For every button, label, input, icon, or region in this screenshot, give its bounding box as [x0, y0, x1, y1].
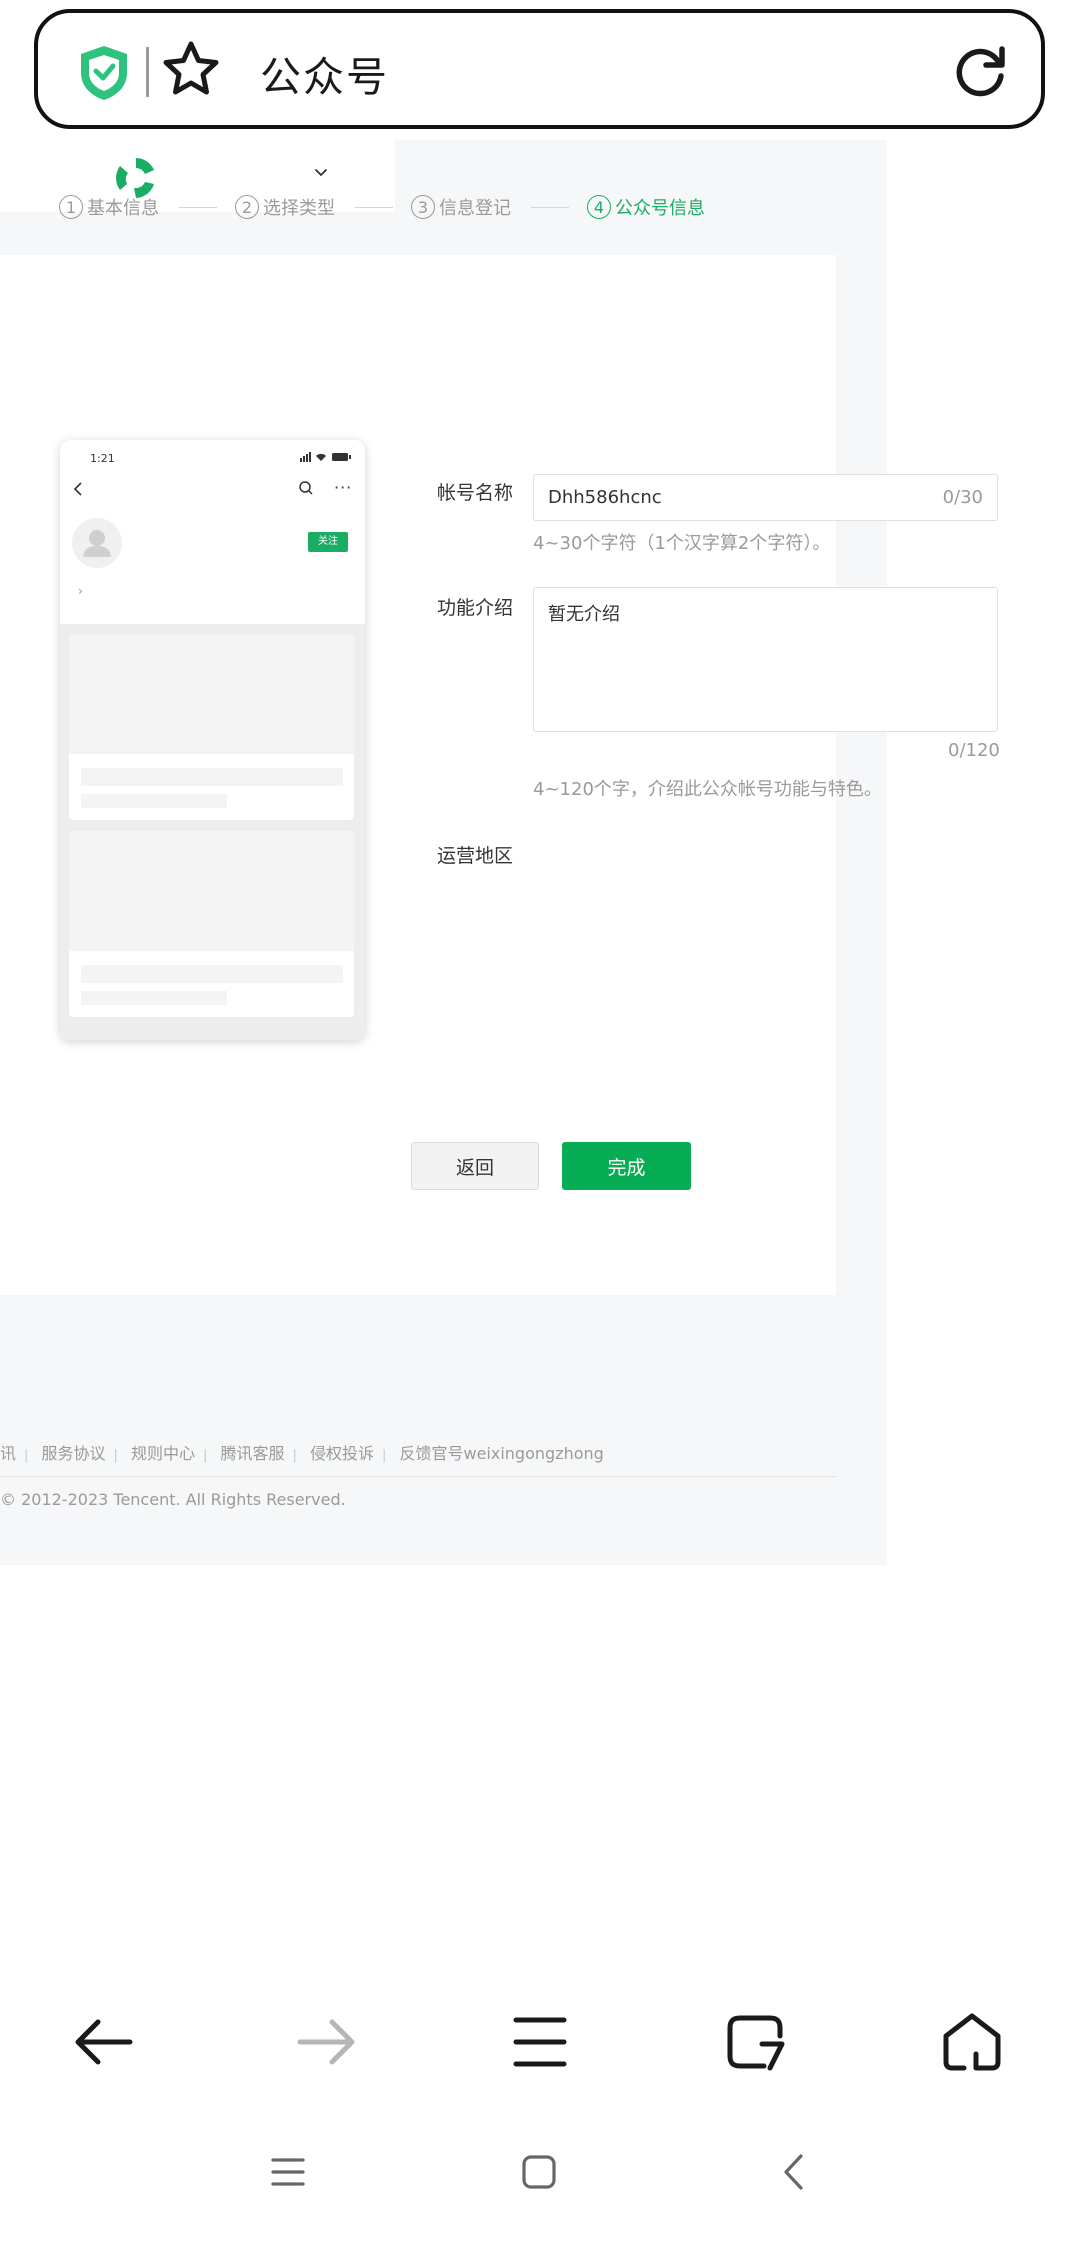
step-number: 1	[59, 195, 83, 219]
footer-separator: |	[382, 1448, 387, 1463]
phone-preview: 1:21 ··· 关注 ›	[60, 440, 365, 1040]
bookmark-star-icon[interactable]	[160, 39, 222, 99]
chevron-right-icon: ›	[78, 584, 83, 598]
footer-link[interactable]: 服务协议	[42, 1444, 106, 1463]
home-button-icon[interactable]	[519, 2152, 559, 2192]
search-icon	[299, 481, 313, 495]
reload-icon[interactable]	[952, 41, 1010, 99]
footer-separator: |	[24, 1448, 29, 1463]
step-label: 公众号信息	[615, 198, 705, 219]
phone-profile-header: 1:21 ··· 关注 ›	[60, 440, 365, 624]
article-image-placeholder	[69, 634, 354, 754]
article-title-placeholder	[81, 768, 343, 786]
step-connector	[179, 207, 217, 208]
home-icon[interactable]	[940, 2010, 1004, 2074]
footer-separator: |	[203, 1448, 208, 1463]
chevron-down-icon[interactable]	[312, 164, 330, 182]
back-arrow-icon[interactable]	[72, 2010, 136, 2074]
footer-separator: |	[292, 1448, 297, 1463]
footer-link[interactable]: 侵权投诉	[310, 1444, 374, 1463]
avatar-placeholder-icon	[83, 530, 111, 557]
step-label: 选择类型	[263, 198, 335, 219]
footer-links: 讯 | 服务协议 | 规则中心 | 腾讯客服 | 侵权投诉 | 反馈官号weixingon…	[0, 1440, 604, 1464]
footer-link[interactable]: 讯	[0, 1444, 16, 1463]
footer-link[interactable]: 规则中心	[131, 1444, 195, 1463]
step-label: 信息登记	[439, 198, 511, 219]
recent-apps-icon[interactable]	[268, 2152, 308, 2192]
intro-hint: 4~120个字，介绍此公众帐号功能与特色。	[533, 779, 882, 800]
footer-separator: |	[113, 1448, 118, 1463]
intro-label: 功能介绍	[437, 597, 514, 619]
article-placeholder-card	[69, 634, 354, 820]
tabs-icon[interactable]	[724, 2010, 788, 2074]
address-divider	[146, 47, 149, 97]
step-connector	[355, 207, 393, 208]
article-subtitle-placeholder	[81, 991, 227, 1005]
intro-counter: 0/120	[948, 740, 1000, 761]
article-subtitle-placeholder	[81, 794, 227, 808]
account-name-value: Dhh586hcnc	[548, 487, 662, 508]
menu-icon[interactable]	[508, 2010, 572, 2074]
article-title-placeholder	[81, 965, 343, 983]
footer-link[interactable]: 反馈官号weixingongzhong	[400, 1444, 604, 1463]
copyright-text: © 2012-2023 Tencent. All Rights Reserved…	[0, 1490, 346, 1509]
done-button[interactable]: 完成	[562, 1142, 691, 1190]
article-placeholder-card	[69, 831, 354, 1017]
back-icon	[73, 482, 82, 496]
address-title[interactable]: 公众号	[260, 43, 389, 103]
footer-link[interactable]: 腾讯客服	[221, 1444, 285, 1463]
step-number: 3	[411, 195, 435, 219]
intro-value: 暂无介绍	[548, 604, 620, 625]
account-name-hint: 4~30个字符（1个汉字算2个字符）。	[533, 533, 831, 554]
account-name-input[interactable]: Dhh586hcnc 0/30	[533, 474, 998, 521]
step-label: 基本信息	[87, 198, 159, 219]
phone-time: 1:21	[90, 452, 115, 465]
address-bar[interactable]: 公众号	[34, 9, 1045, 129]
step-basic-info: 1 基本信息	[59, 194, 159, 220]
phone-status-icon	[300, 452, 351, 462]
step-select-type: 2 选择类型	[235, 194, 335, 220]
avatar	[72, 518, 122, 568]
article-image-placeholder	[69, 831, 354, 951]
intro-textarea[interactable]: 暂无介绍	[533, 587, 998, 732]
back-button[interactable]: 返回	[411, 1142, 539, 1190]
footer-divider	[0, 1476, 836, 1477]
system-back-icon[interactable]	[774, 2152, 814, 2192]
step-connector	[531, 207, 569, 208]
forward-arrow-icon[interactable]	[294, 2010, 358, 2074]
more-icon: ···	[334, 478, 353, 497]
step-number: 4	[587, 195, 611, 219]
step-registration: 3 信息登记	[411, 194, 511, 220]
step-account-info: 4 公众号信息	[587, 194, 705, 220]
follow-button: 关注	[308, 532, 348, 552]
region-label: 运营地区	[437, 845, 514, 867]
security-shield-icon[interactable]	[76, 43, 132, 103]
account-name-counter: 0/30	[942, 487, 983, 508]
step-number: 2	[235, 195, 259, 219]
account-name-label: 帐号名称	[437, 482, 514, 504]
